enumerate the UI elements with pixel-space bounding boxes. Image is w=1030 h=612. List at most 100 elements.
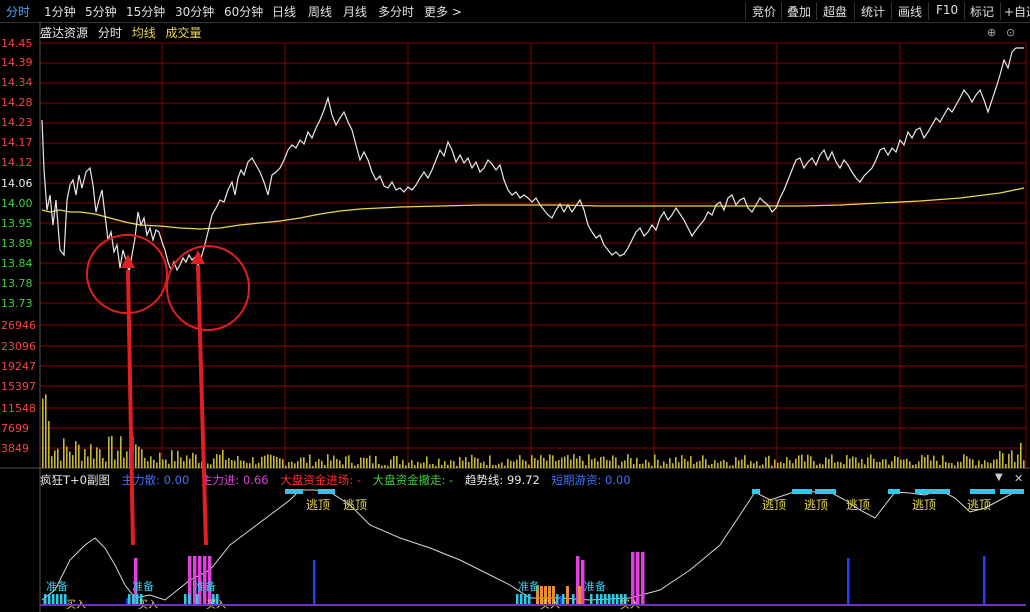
volume-bar xyxy=(744,455,746,468)
volume-bar xyxy=(90,444,92,468)
tab-15min[interactable]: 15分钟 xyxy=(126,3,165,20)
price-tick: 13.89 xyxy=(1,237,33,250)
volume-bar xyxy=(75,441,77,468)
super-disk-button[interactable]: 超盘 xyxy=(823,3,847,20)
volume-tick: 26946 xyxy=(1,319,36,332)
volume-bar xyxy=(219,454,221,468)
price-tick: 14.28 xyxy=(1,96,33,109)
overlay-button[interactable]: 叠加 xyxy=(787,3,811,20)
volume-bar xyxy=(699,460,701,468)
volume-tick: 15397 xyxy=(1,380,36,393)
volume-bar xyxy=(765,457,767,468)
volume-bar xyxy=(135,444,137,468)
tab-intraday[interactable]: 分时 xyxy=(6,3,30,20)
indicator-dropdown-icon[interactable]: ▼ xyxy=(995,472,1003,483)
volume-bar xyxy=(948,463,950,468)
volume-bar xyxy=(396,455,398,468)
tab-daily[interactable]: 日线 xyxy=(272,3,296,20)
volume-bar xyxy=(288,462,290,468)
volume-bar xyxy=(324,464,326,468)
volume-bar xyxy=(693,463,695,468)
volume-bar xyxy=(150,456,152,468)
price-tick: 14.17 xyxy=(1,136,33,149)
volume-bar xyxy=(714,460,716,468)
volume-bar xyxy=(678,462,680,468)
volume-bar xyxy=(717,462,719,468)
volume-bar xyxy=(345,456,347,468)
volume-tick: 3849 xyxy=(1,442,29,455)
ready-bar xyxy=(608,594,611,606)
indicator-market-inflow: 大盘资金进场: - xyxy=(280,473,361,487)
volume-bar xyxy=(762,464,764,468)
buy-bar xyxy=(536,586,539,606)
chart-mode-label: 分时 xyxy=(97,26,122,40)
settings-icon[interactable]: ⊙ xyxy=(1006,26,1015,39)
price-tick: 14.45 xyxy=(1,37,33,50)
volume-bar xyxy=(705,459,707,468)
volume-bar xyxy=(618,465,620,468)
volume-bar xyxy=(792,463,794,468)
ready-bar xyxy=(56,594,59,606)
volume-bar xyxy=(840,462,842,468)
ready-bar xyxy=(556,594,559,606)
price-tick: 14.00 xyxy=(1,197,33,210)
tab-1min[interactable]: 1分钟 xyxy=(44,3,76,20)
highlight-circle xyxy=(166,245,250,331)
volume-bar xyxy=(462,460,464,468)
mark-button[interactable]: 标记 xyxy=(970,3,994,20)
ready-bar xyxy=(188,594,191,606)
volume-bar xyxy=(822,464,824,468)
toolbar-divider xyxy=(1000,2,1001,20)
tab-more[interactable]: 更多 > xyxy=(424,3,462,20)
ready-bar xyxy=(44,594,47,606)
main-inflow-bar xyxy=(636,552,640,606)
top-marker xyxy=(792,489,812,494)
main-inflow-bar xyxy=(631,552,635,606)
ready-bar xyxy=(136,594,139,606)
tab-monthly[interactable]: 月线 xyxy=(343,3,367,20)
volume-tick: 23096 xyxy=(1,340,36,353)
volume-bar xyxy=(438,458,440,468)
indicator-close-icon[interactable]: ✕ xyxy=(1014,472,1023,485)
volume-bar xyxy=(552,455,554,468)
volume-bar xyxy=(564,456,566,468)
zoom-icon[interactable]: ⊕ xyxy=(987,26,996,39)
volume-bar xyxy=(987,462,989,468)
draw-line-button[interactable]: 画线 xyxy=(898,3,922,20)
highlight-circle xyxy=(86,234,168,314)
volume-bar xyxy=(939,464,941,468)
annotation-arrow xyxy=(196,264,208,546)
tab-5min[interactable]: 5分钟 xyxy=(85,3,117,20)
auction-button[interactable]: 竞价 xyxy=(752,3,776,20)
indicator-title[interactable]: 疯狂T+0副图 xyxy=(40,473,110,487)
volume-bar xyxy=(111,435,113,468)
stats-button[interactable]: 统计 xyxy=(861,3,885,20)
volume-bar xyxy=(414,465,416,468)
volume-bar xyxy=(246,462,248,468)
ready-bar xyxy=(600,594,603,606)
tab-multi-intraday[interactable]: 多分时 xyxy=(378,3,414,20)
volume-bar xyxy=(528,464,530,468)
tab-30min[interactable]: 30分钟 xyxy=(175,3,214,20)
volume-bar xyxy=(399,464,401,468)
ready-bar xyxy=(128,594,131,606)
volume-bar xyxy=(660,465,662,468)
volume-bar xyxy=(291,461,293,468)
volume-bar xyxy=(582,460,584,468)
volume-bar xyxy=(756,461,758,468)
volume-bar xyxy=(147,461,149,468)
volume-bar xyxy=(123,457,125,468)
top-marker xyxy=(752,489,760,494)
volume-bar xyxy=(195,454,197,468)
tab-60min[interactable]: 60分钟 xyxy=(224,3,263,20)
volume-bar xyxy=(954,465,956,468)
volume-bar xyxy=(963,454,965,468)
f10-button[interactable]: F10 xyxy=(936,3,958,17)
volume-bar xyxy=(630,458,632,468)
volume-bar xyxy=(357,464,359,468)
add-watchlist-button[interactable]: +自选 xyxy=(1004,3,1030,20)
volume-bar xyxy=(543,457,545,468)
volume-bar xyxy=(537,460,539,468)
tab-weekly[interactable]: 周线 xyxy=(308,3,332,20)
top-marker xyxy=(285,489,303,494)
